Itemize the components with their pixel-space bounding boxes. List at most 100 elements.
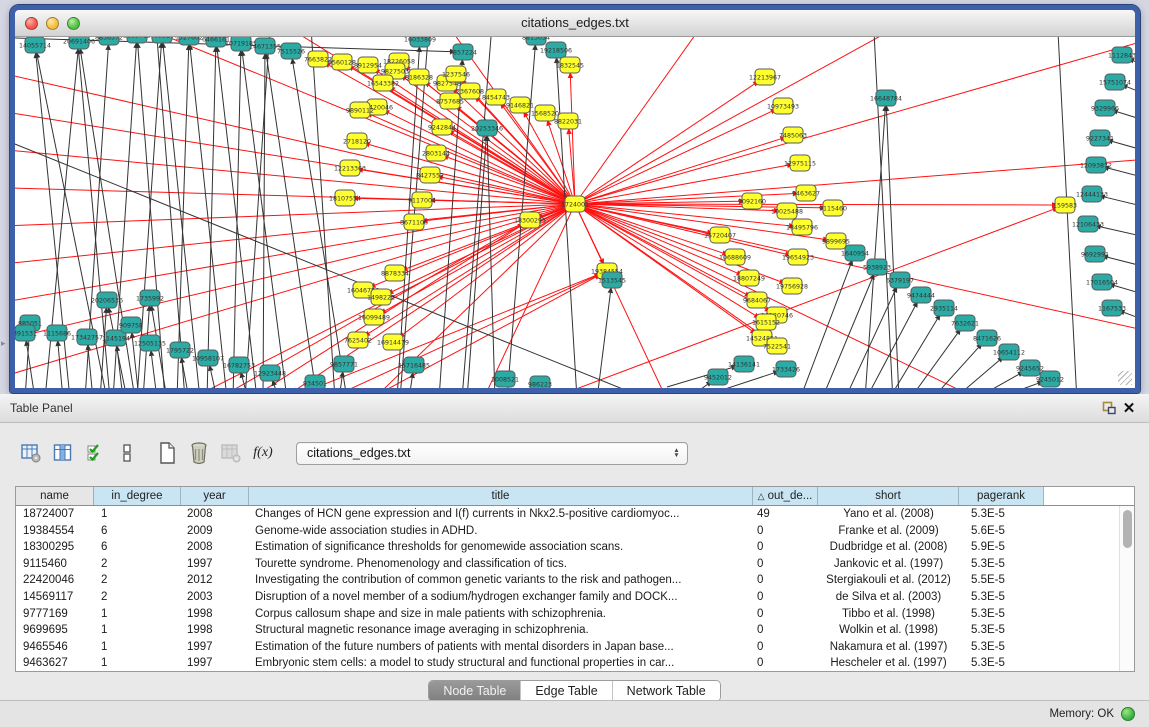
table-settings-icon[interactable] <box>18 440 44 466</box>
edge-black[interactable] <box>1113 142 1135 152</box>
table-row[interactable]: 911546021997Tourette syndrome. Phenomeno… <box>16 556 1119 573</box>
table-cell[interactable]: 6 <box>94 539 181 556</box>
table-cell[interactable]: 9115460 <box>16 556 94 573</box>
edge-black[interactable] <box>687 385 707 388</box>
edge-black[interactable] <box>1117 112 1135 122</box>
edge-black[interactable] <box>1105 197 1135 208</box>
graph-window[interactable]: citations_edges.txt 14055714206914068836… <box>10 5 1140 393</box>
table-source-select[interactable]: citations_edges.txt ▲▼ <box>296 442 688 465</box>
edge-black[interactable] <box>274 385 279 388</box>
table-cell[interactable]: Investigating the contribution of common… <box>249 572 753 589</box>
table-cell[interactable]: Hescheler et al. (1997) <box>818 655 959 671</box>
edge-black[interactable] <box>487 141 495 388</box>
table-cell[interactable]: 49 <box>753 506 818 523</box>
edge-black[interactable] <box>932 348 978 388</box>
table-cell[interactable]: 0 <box>753 539 818 556</box>
edge-black[interactable] <box>597 293 610 388</box>
window-resize-grip[interactable] <box>1118 371 1132 385</box>
table-cell[interactable]: 1998 <box>181 606 249 623</box>
table-cell[interactable]: 0 <box>753 589 818 606</box>
column-header-pagerank[interactable]: pagerank <box>959 487 1044 505</box>
edge-black[interactable] <box>557 63 577 388</box>
table-cell[interactable]: 2003 <box>181 589 249 606</box>
table-cell[interactable]: 0 <box>753 655 818 671</box>
column-header-in_degree[interactable]: in_degree <box>94 487 181 505</box>
table-cell[interactable]: Jankovic et al. (1997) <box>818 556 959 573</box>
table-cell[interactable]: Stergiakouli et al. (2012) <box>818 572 959 589</box>
table-cell[interactable]: 1 <box>94 506 181 523</box>
edge-black[interactable] <box>1114 286 1135 296</box>
edge-black[interactable] <box>910 334 957 388</box>
table-cell[interactable]: 5.3E-5 <box>959 606 1044 623</box>
edge-red[interactable] <box>575 37 1135 204</box>
table-cell[interactable]: Franke et al. (2009) <box>818 523 959 540</box>
table-cell[interactable]: 14569117 <box>16 589 94 606</box>
table-cell[interactable]: 5.3E-5 <box>959 589 1044 606</box>
column-header-name[interactable]: name <box>16 487 94 505</box>
table-row[interactable]: 1872400712008Changes of HCN gene express… <box>16 506 1119 523</box>
table-cell[interactable]: 2 <box>94 572 181 589</box>
table-cell[interactable]: Structural magnetic resonance image aver… <box>249 622 753 639</box>
edge-black[interactable] <box>1127 87 1135 96</box>
table-cell[interactable]: Tourette syndrome. Phenomenology and cla… <box>249 556 753 573</box>
edge-red[interactable] <box>255 276 595 388</box>
tab-node-table[interactable]: Node Table <box>429 681 521 701</box>
table-row[interactable]: 2242004622012Investigating the contribut… <box>16 572 1119 589</box>
memory-ok-indicator-icon[interactable] <box>1121 707 1135 721</box>
edge-black[interactable] <box>467 141 486 388</box>
table-cell[interactable]: 1997 <box>181 655 249 671</box>
edge-black[interactable] <box>310 37 335 388</box>
edge-black[interactable] <box>152 356 157 388</box>
edge-black[interactable] <box>954 360 999 388</box>
edge-black[interactable] <box>1124 312 1135 322</box>
table-cell[interactable]: 0 <box>753 523 818 540</box>
table-cell[interactable]: 5.3E-5 <box>959 622 1044 639</box>
edge-black[interactable] <box>845 292 895 388</box>
table-cell[interactable]: de Silva et al. (2003) <box>818 589 959 606</box>
table-cell[interactable]: 1 <box>94 655 181 671</box>
edge-black[interactable] <box>1109 168 1135 179</box>
delete-table-icon[interactable] <box>186 440 212 466</box>
table-vertical-scrollbar[interactable] <box>1119 506 1134 671</box>
table-cell[interactable]: 2008 <box>181 539 249 556</box>
table-cell[interactable]: Tibbo et al. (1998) <box>818 606 959 623</box>
network-canvas[interactable]: 1405571420691406883657228837141065328715… <box>15 37 1135 388</box>
table-cell[interactable]: 1 <box>94 606 181 623</box>
tab-edge-table[interactable]: Edge Table <box>521 681 612 701</box>
edge-red[interactable] <box>403 204 575 334</box>
edge-red[interactable] <box>575 37 715 204</box>
node-table[interactable]: namein_degreeyeartitle△out_de...shortpag… <box>15 486 1135 672</box>
table-row[interactable]: 946554611997Estimation of the future num… <box>16 639 1119 656</box>
table-row[interactable]: 969969511998Structural magnetic resonanc… <box>16 622 1119 639</box>
table-row[interactable]: 1830029562008Estimation of significance … <box>16 539 1119 556</box>
table-cell[interactable]: 18724007 <box>16 506 94 523</box>
table-cell[interactable]: 2 <box>94 589 181 606</box>
edge-black[interactable] <box>1134 61 1135 69</box>
table-cell[interactable]: 1 <box>94 622 181 639</box>
edge-black[interactable] <box>409 378 412 388</box>
table-cell[interactable]: 18300295 <box>16 539 94 556</box>
table-cell[interactable]: 1997 <box>181 639 249 656</box>
table-cell[interactable]: 0 <box>753 572 818 589</box>
edge-black[interactable] <box>975 374 1019 388</box>
table-cell[interactable]: Yano et al. (2008) <box>818 506 959 523</box>
edge-red[interactable] <box>575 84 754 204</box>
close-window-icon[interactable] <box>25 17 38 30</box>
column-header-short[interactable]: short <box>818 487 959 505</box>
table-cell[interactable]: Changes of HCN gene expression and I(f) … <box>249 506 753 523</box>
table-cell[interactable]: 9699695 <box>16 622 94 639</box>
table-cell[interactable]: 5.3E-5 <box>959 506 1044 523</box>
create-table-icon[interactable] <box>154 440 180 466</box>
table-cell[interactable]: 22420046 <box>16 572 94 589</box>
edge-red[interactable] <box>575 37 915 204</box>
table-cell[interactable]: 0 <box>753 556 818 573</box>
table-cell[interactable]: Estimation of significance thresholds fo… <box>249 539 753 556</box>
table-cell[interactable]: 0 <box>753 639 818 656</box>
panel-collapse-arrow-icon[interactable]: ▸ <box>1 338 6 349</box>
table-row[interactable]: 1938455462009Genome-wide association stu… <box>16 523 1119 540</box>
show-columns-icon[interactable] <box>50 440 76 466</box>
table-cell[interactable]: 2 <box>94 556 181 573</box>
column-header-title[interactable]: title <box>249 487 753 505</box>
table-cell[interactable]: 5.3E-5 <box>959 655 1044 671</box>
table-cell[interactable]: 2009 <box>181 523 249 540</box>
